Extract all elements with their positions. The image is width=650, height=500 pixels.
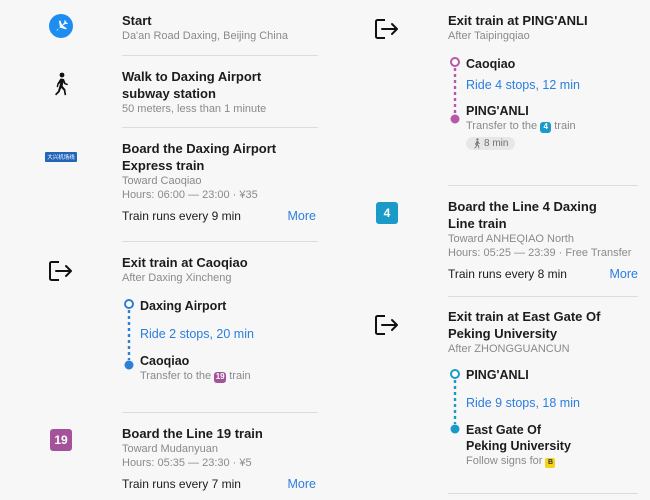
to-stop-caoqiao: Caoqiao	[140, 354, 190, 368]
transfer-note: Transfer to the 19 train	[140, 369, 254, 383]
express-frequency: Train runs every 9 min	[122, 209, 241, 223]
divider	[122, 241, 318, 242]
left-column: Start Da'an Road Daxing, Beijing China W…	[0, 0, 326, 500]
transfer-prefix: Transfer to the	[466, 120, 538, 132]
to-stop-east-gate-line2: Peking University	[466, 439, 571, 453]
ride-stops-caoqiao[interactable]: Ride 2 stops, 20 min	[140, 327, 254, 341]
express-hours: Hours: 06:00 — 23:00 · ¥35	[122, 189, 258, 201]
divider	[122, 412, 318, 413]
route-line-east-gate	[450, 369, 460, 434]
transfer-note: Transfer to the 4 train	[466, 119, 580, 133]
board-19-hours: Hours: 05:35 — 23:30 · ¥5	[122, 457, 252, 469]
exit-caoqiao-title: Exit train at Caoqiao	[122, 255, 248, 270]
exit-east-gate-after: After ZHONGGUANCUN	[448, 343, 570, 355]
exit-caoqiao-step[interactable]: Exit train at Caoqiao After Daxing Xinch…	[0, 252, 326, 402]
start-title: Start	[122, 13, 152, 28]
divider	[122, 127, 318, 128]
start-address: Da'an Road Daxing, Beijing China	[122, 30, 288, 42]
from-stop-daxing-airport: Daxing Airport	[140, 299, 227, 313]
airplane-icon	[49, 14, 73, 38]
pedestrian-small-icon	[474, 138, 481, 149]
transfer-suffix: train	[554, 120, 576, 132]
express-more-link[interactable]: More	[288, 209, 316, 223]
follow-signs-note: Follow signs for B	[466, 454, 580, 468]
right-column: Exit train at PING'ANLI After Taipingqia…	[326, 0, 650, 500]
board-19-more-link[interactable]: More	[288, 477, 316, 491]
exit-icon-wrap	[326, 314, 448, 336]
walk-time-pill: 8 min	[466, 137, 516, 150]
from-stop-caoqiao: Caoqiao	[466, 57, 516, 71]
express-title-line1: Board the Daxing Airport	[122, 141, 277, 156]
walk-detail: 50 meters, less than 1 minute	[122, 103, 267, 115]
exit-arrow-icon	[375, 315, 398, 335]
transfer-prefix: Transfer to the	[140, 370, 212, 382]
line-19-badge: 19	[50, 429, 72, 451]
exit-arrow-icon	[49, 261, 72, 281]
route-line-caoqiao	[124, 299, 134, 370]
walk-title-line2: subway station	[122, 86, 216, 101]
exit-east-gate-title-line2: Peking University	[448, 326, 558, 341]
line-4-badge-wrap: 4	[326, 202, 448, 224]
follow-prefix: Follow signs for	[466, 455, 543, 467]
exit-pinganli-title: Exit train at PING'ANLI	[448, 13, 588, 28]
divider	[122, 55, 318, 56]
route-line-pinganli	[450, 57, 460, 124]
to-stop-pinganli: PING'ANLI	[466, 104, 529, 118]
exit-pinganli-step[interactable]: Exit train at PING'ANLI After Taipingqia…	[326, 10, 650, 170]
line-4-mini-badge: 4	[540, 121, 552, 133]
board-19-title: Board the Line 19 train	[122, 426, 263, 441]
to-stop-east-gate-line1: East Gate Of	[466, 423, 542, 437]
exit-arrow-icon	[375, 19, 398, 39]
board-19-step[interactable]: 19 Board the Line 19 train Toward Mudany…	[0, 423, 326, 500]
walk-time: 8 min	[484, 138, 509, 149]
line-19-badge-wrap: 19	[0, 429, 122, 451]
exit-east-gate-step[interactable]: Exit train at East Gate Of Peking Univer…	[326, 306, 650, 496]
exit-caoqiao-after: After Daxing Xincheng	[122, 272, 232, 284]
ride-stops-pinganli[interactable]: Ride 4 stops, 12 min	[466, 78, 580, 92]
board-express-step[interactable]: 大兴机场线 Board the Daxing Airport Express t…	[0, 138, 326, 234]
exit-pinganli-after: After Taipingqiao	[448, 30, 530, 42]
express-toward: Toward Caoqiao	[122, 175, 202, 187]
express-badge-wrap: 大兴机场线	[0, 152, 122, 162]
walk-title-line1: Walk to Daxing Airport	[122, 69, 262, 84]
board-4-toward: Toward ANHEQIAO North	[448, 233, 574, 245]
start-step[interactable]: Start Da'an Road Daxing, Beijing China	[0, 10, 326, 56]
transfer-suffix: train	[229, 370, 251, 382]
board-4-more-link[interactable]: More	[610, 267, 638, 281]
board-4-step[interactable]: 4 Board the Line 4 Daxing Line train Tow…	[326, 196, 650, 286]
airport-icon-wrap	[0, 14, 122, 38]
board-19-frequency: Train runs every 7 min	[122, 477, 241, 491]
board-4-frequency: Train runs every 8 min	[448, 267, 567, 281]
express-title-line2: Express train	[122, 158, 205, 173]
board-4-title-line2: Line train	[448, 216, 507, 231]
divider	[448, 493, 638, 494]
divider	[448, 185, 638, 186]
exit-east-gate-title-line1: Exit train at East Gate Of	[448, 309, 601, 324]
walk-icon-wrap	[0, 72, 122, 96]
from-stop-pinganli: PING'ANLI	[466, 368, 529, 382]
walk-step[interactable]: Walk to Daxing Airport subway station 50…	[0, 66, 326, 126]
line-4-badge: 4	[376, 202, 398, 224]
board-4-hours: Hours: 05:25 — 23:39 · Free Transfer	[448, 247, 632, 259]
board-4-title-line1: Board the Line 4 Daxing	[448, 199, 597, 214]
board-19-toward: Toward Mudanyuan	[122, 443, 219, 455]
exit-b-sign-badge: B	[545, 458, 556, 468]
exit-icon-wrap	[326, 18, 448, 40]
divider	[448, 296, 638, 297]
pedestrian-icon	[55, 72, 68, 96]
express-line-badge: 大兴机场线	[45, 152, 77, 162]
ride-stops-east-gate[interactable]: Ride 9 stops, 18 min	[466, 396, 580, 410]
exit-icon-wrap	[0, 260, 122, 282]
line-19-mini-badge: 19	[214, 371, 227, 383]
